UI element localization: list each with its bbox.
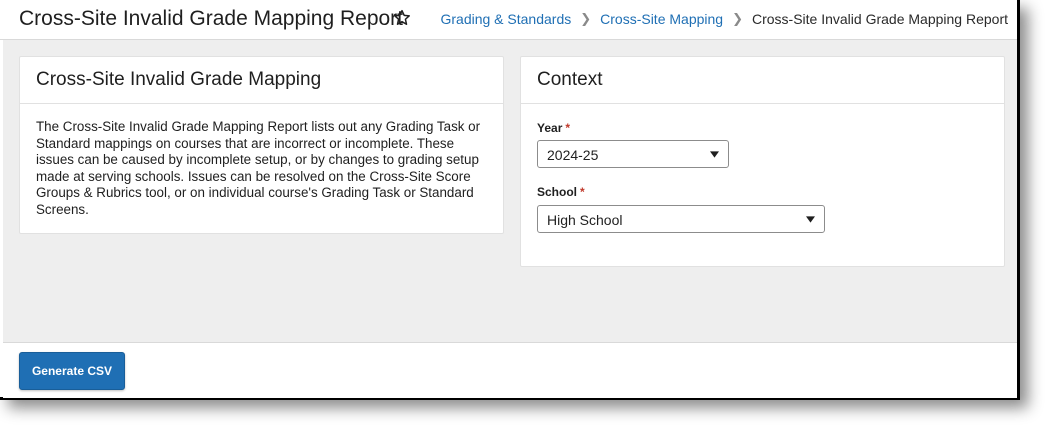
year-label: Year * xyxy=(537,121,570,135)
school-select[interactable]: High School xyxy=(537,205,825,233)
year-select[interactable]: 2024-25 xyxy=(537,140,729,168)
required-marker: * xyxy=(565,121,571,135)
breadcrumb-grading-standards[interactable]: Grading & Standards xyxy=(440,11,571,27)
context-card-title: Context xyxy=(521,57,1004,104)
chevron-right-icon: ❯ xyxy=(580,11,592,26)
school-label-text: School xyxy=(537,185,578,199)
breadcrumb-cross-site-mapping[interactable]: Cross-Site Mapping xyxy=(600,11,723,27)
action-bar: Generate CSV xyxy=(3,342,1017,398)
school-label: School * xyxy=(537,185,585,199)
generate-csv-button[interactable]: Generate CSV xyxy=(19,352,125,390)
page-title: Cross-Site Invalid Grade Mapping Report xyxy=(19,7,404,30)
dropdown-arrow-icon xyxy=(710,151,719,158)
school-select-value: High School xyxy=(547,212,623,228)
page-header: Cross-Site Invalid Grade Mapping Report … xyxy=(0,0,1017,40)
favorite-star-icon[interactable] xyxy=(392,8,412,28)
year-label-text: Year xyxy=(537,121,563,135)
dropdown-arrow-icon xyxy=(806,216,815,223)
app-window: Cross-Site Invalid Grade Mapping Report … xyxy=(0,0,1020,400)
required-marker: * xyxy=(580,185,585,199)
info-card: Cross-Site Invalid Grade Mapping The Cro… xyxy=(19,56,504,234)
chevron-right-icon: ❯ xyxy=(732,11,743,26)
main-content: Cross-Site Invalid Grade Mapping The Cro… xyxy=(3,40,1017,342)
context-card: Context Year * 2024-25 School * High Schoo… xyxy=(520,56,1005,267)
info-card-title: Cross-Site Invalid Grade Mapping xyxy=(20,57,503,104)
breadcrumb-current-page: Cross-Site Invalid Grade Mapping Report xyxy=(751,11,1008,27)
breadcrumb: Grading & Standards ❯ Cross-Site Mapping… xyxy=(440,11,1008,27)
year-select-value: 2024-25 xyxy=(547,147,599,163)
info-card-description: The Cross-Site Invalid Grade Mapping Rep… xyxy=(36,119,481,217)
